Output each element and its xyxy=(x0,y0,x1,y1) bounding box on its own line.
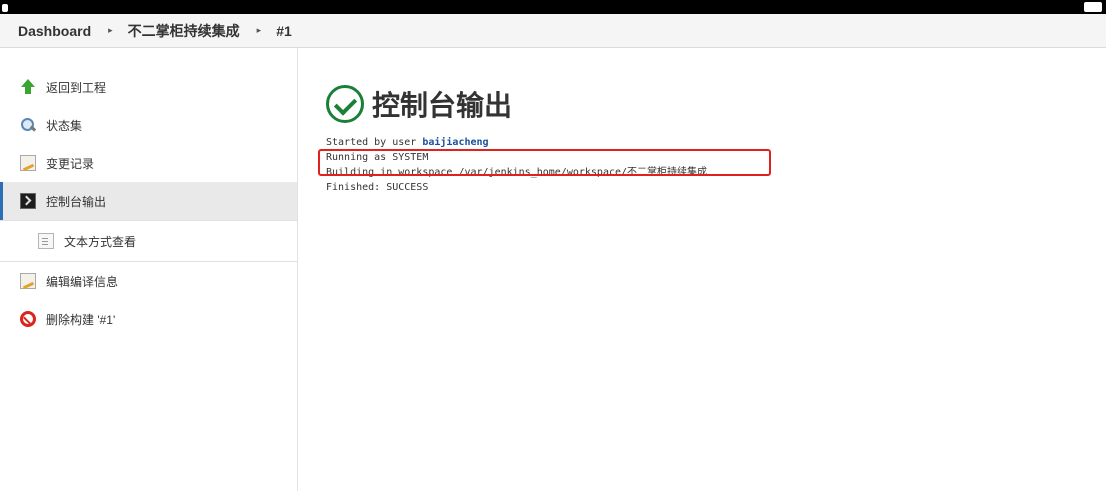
jenkins-logo-icon[interactable] xyxy=(2,4,8,12)
console-line-finished: Finished: SUCCESS xyxy=(326,182,429,193)
sidebar-item-label: 控制台输出 xyxy=(46,194,107,209)
success-check-icon xyxy=(326,85,364,123)
console-line-started: Started by user baijiacheng xyxy=(326,135,1106,150)
sidebar-item-label: 变更记录 xyxy=(46,156,95,171)
console-icon xyxy=(20,193,36,209)
sidebar-item-back-to-project[interactable]: 返回到工程 xyxy=(0,68,297,106)
sidebar-item-console-output[interactable]: 控制台输出 xyxy=(0,182,297,220)
page-title-text: 控制台输出 xyxy=(372,90,513,121)
sidebar-item-delete-build[interactable]: 删除构建 '#1' xyxy=(0,300,297,338)
notepad-icon xyxy=(20,155,36,171)
sidebar-item-label: 文本方式查看 xyxy=(64,234,137,249)
annotation-highlight-box xyxy=(318,149,771,176)
sidebar-item-edit-build-info[interactable]: 编辑编译信息 xyxy=(0,262,297,300)
breadcrumb-chevron-icon[interactable]: ▸ xyxy=(257,25,262,36)
breadcrumb-dashboard[interactable]: Dashboard xyxy=(18,23,91,39)
header-search-box[interactable] xyxy=(1084,2,1102,12)
sidebar-item-changes[interactable]: 变更记录 xyxy=(0,144,297,182)
sidebar-item-label: 状态集 xyxy=(46,118,83,133)
breadcrumb-chevron-icon[interactable]: ▸ xyxy=(108,25,113,36)
sidebar-item-status[interactable]: 状态集 xyxy=(0,106,297,144)
user-link[interactable]: baijiacheng xyxy=(422,137,488,148)
page-title: 控制台输出 xyxy=(326,82,1106,126)
document-icon xyxy=(38,233,54,249)
sidebar-item-view-as-plain-text[interactable]: 文本方式查看 xyxy=(0,220,297,262)
delete-ban-icon xyxy=(20,311,36,327)
breadcrumb-project[interactable]: 不二掌柜持续集成 xyxy=(128,21,240,41)
sidebar-item-label: 编辑编译信息 xyxy=(46,274,119,289)
up-arrow-icon xyxy=(20,79,36,95)
side-panel: 返回到工程 状态集 变更记录 控制台输出 文本方式查看 编辑编译信息 删除构建 … xyxy=(0,48,298,491)
search-icon xyxy=(20,117,36,133)
console-started-prefix: Started by user xyxy=(326,137,423,148)
sidebar-item-label: 返回到工程 xyxy=(46,80,107,95)
top-header-bar xyxy=(0,0,1106,14)
breadcrumb-build[interactable]: #1 xyxy=(276,23,292,39)
sidebar-item-label: 删除构建 '#1' xyxy=(46,312,116,327)
breadcrumb: Dashboard ▸ 不二掌柜持续集成 ▸ #1 xyxy=(0,14,1106,48)
main-panel: 控制台输出 Started by user baijiacheng Runnin… xyxy=(298,48,1106,491)
notepad-icon xyxy=(20,273,36,289)
